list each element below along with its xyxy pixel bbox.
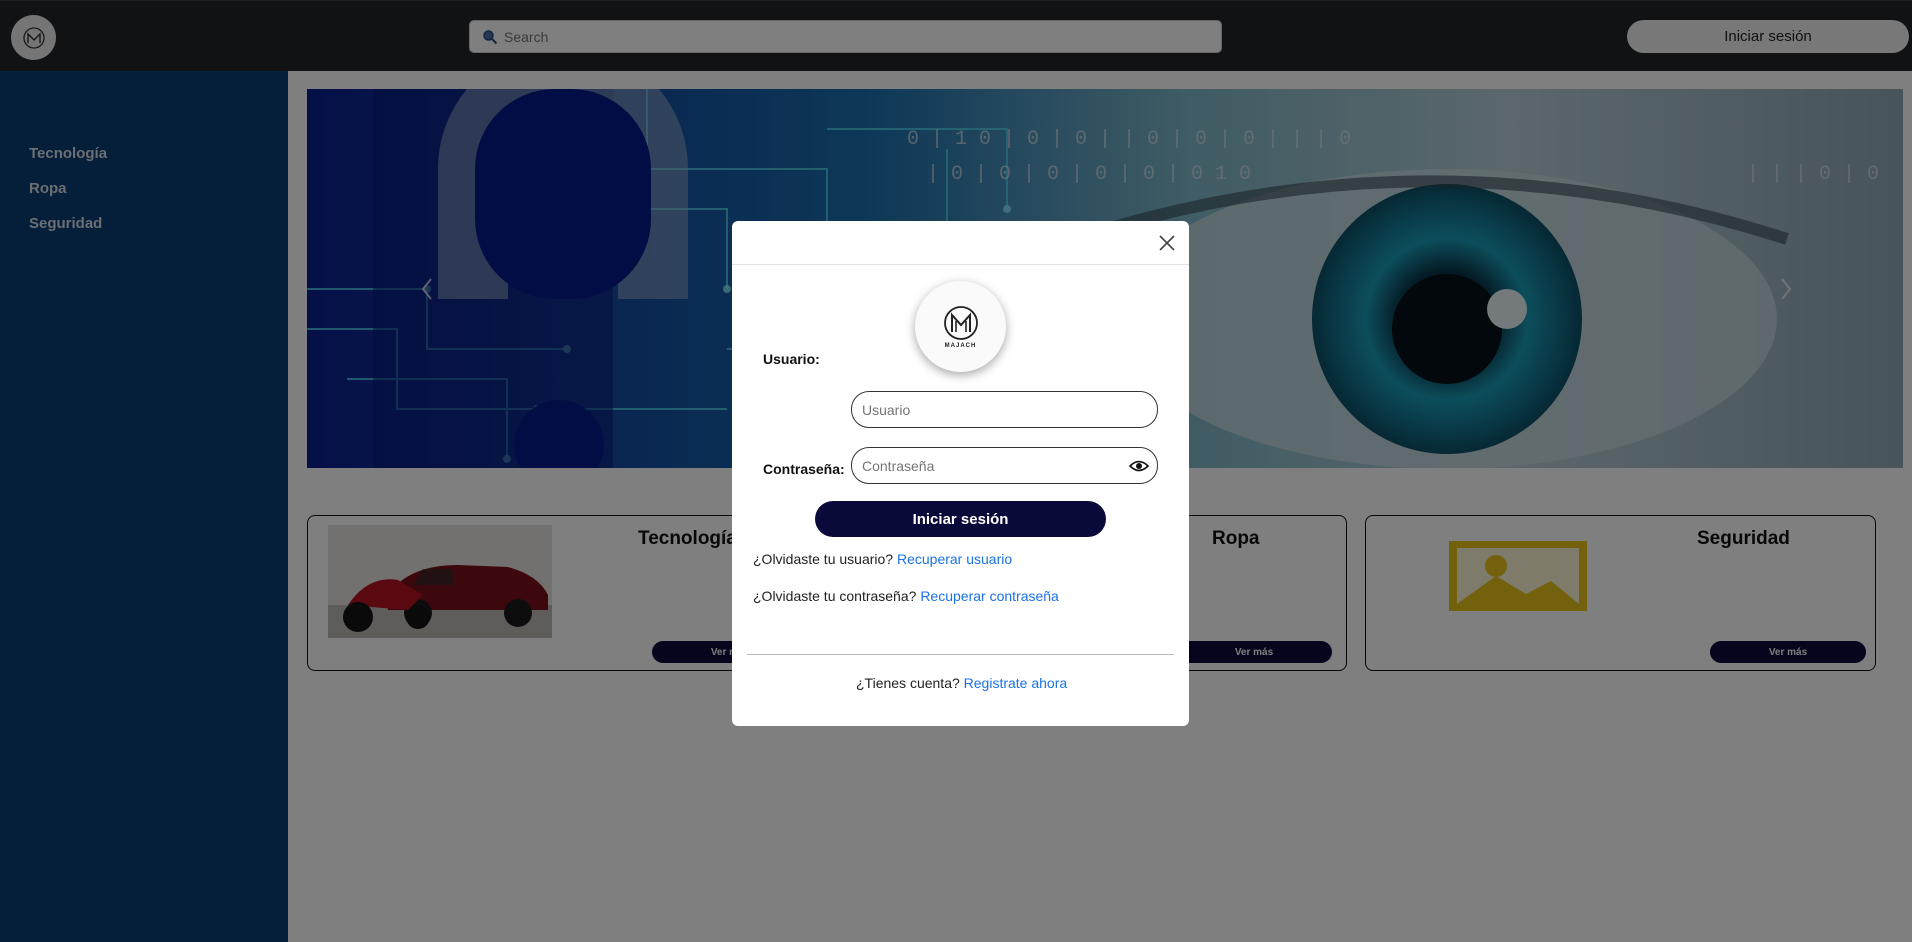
password-input[interactable] [862, 457, 1112, 474]
login-modal: MAJACH Usuario: Contraseña: Iniciar sesi… [732, 221, 1189, 726]
modal-header [732, 221, 1189, 265]
username-input[interactable] [862, 401, 1112, 418]
forgot-user-line: ¿Olvidaste tu usuario? Recuperar usuario [753, 551, 1012, 567]
forgot-password-text: ¿Olvidaste tu contraseña? [753, 588, 917, 604]
account-question-text: ¿Tienes cuenta? [856, 675, 960, 691]
brand-name: MAJACH [944, 342, 977, 349]
logo-mark-icon [943, 305, 978, 340]
register-line: ¿Tienes cuenta? Registrate ahora [856, 675, 1067, 691]
modal-divider [747, 654, 1174, 655]
forgot-user-text: ¿Olvidaste tu usuario? [753, 551, 894, 567]
recover-password-link[interactable]: Recuperar contraseña [920, 588, 1059, 604]
recover-user-link[interactable]: Recuperar usuario [897, 551, 1012, 567]
close-icon[interactable] [1157, 233, 1177, 253]
modal-logo: MAJACH [915, 281, 1006, 372]
forgot-password-line: ¿Olvidaste tu contraseña? Recuperar cont… [753, 588, 1059, 604]
username-field[interactable] [851, 391, 1158, 428]
password-label-text: Contraseña: [763, 461, 845, 477]
username-label: Usuario: [763, 351, 820, 367]
page: Iniciar sesión Tecnología Ropa Seguridad [0, 0, 1912, 942]
password-field[interactable] [851, 447, 1158, 484]
register-link[interactable]: Registrate ahora [964, 675, 1068, 691]
submit-login-button[interactable]: Iniciar sesión [815, 501, 1106, 537]
eye-icon[interactable] [1129, 458, 1149, 474]
